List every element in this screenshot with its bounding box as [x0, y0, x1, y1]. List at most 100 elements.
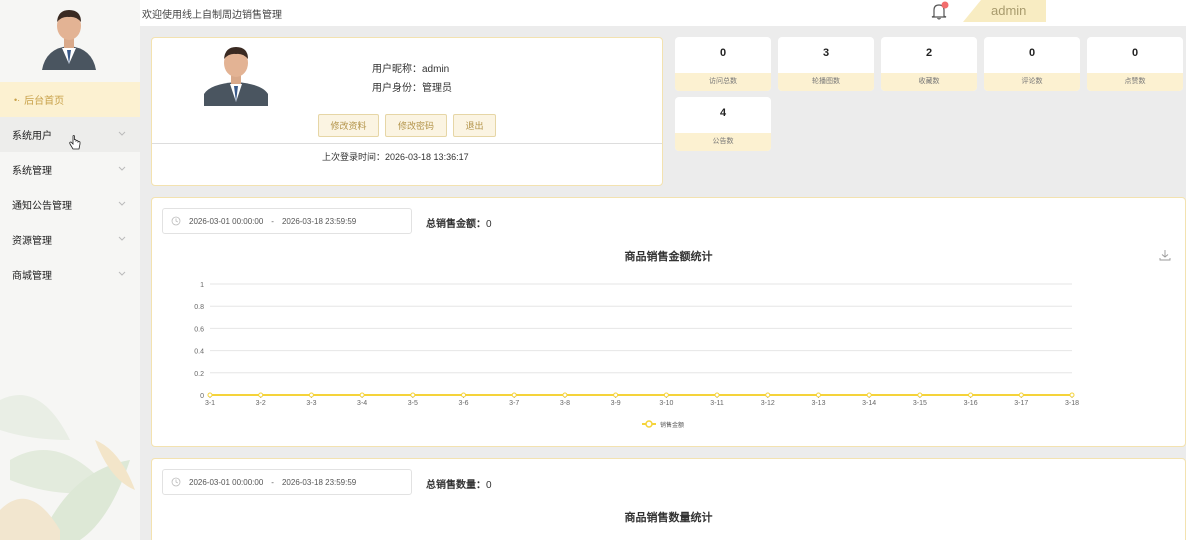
stat-label: 评论数 — [984, 73, 1080, 91]
page-title: 欢迎使用线上自制周边销售管理 — [142, 10, 282, 21]
data-point — [258, 392, 264, 398]
sales-quantity-panel: 2026-03-01 00:00:00 - 2026-03-18 23:59:5… — [151, 458, 1186, 540]
date-start: 2026-03-01 00:00:00 — [189, 477, 264, 487]
data-point — [714, 392, 720, 398]
chart-title: 商品销售金额统计 — [624, 251, 713, 263]
date-separator: - — [271, 477, 274, 487]
sidebar-item-label: 商城管理 — [12, 271, 52, 282]
clock-icon — [171, 477, 181, 487]
x-tick-label: 3-8 — [560, 400, 570, 407]
role-value: 管理员 — [422, 83, 452, 94]
x-tick-label: 3-14 — [862, 400, 876, 407]
sidebar-item-mall[interactable]: 商城管理 — [0, 257, 140, 292]
avatar[interactable] — [38, 4, 100, 70]
stat-notices: 4 公告数 — [675, 97, 771, 151]
change-password-button[interactable]: 修改密码 — [385, 114, 447, 137]
x-tick-label: 3-5 — [408, 400, 418, 407]
x-tick-label: 3-15 — [913, 400, 927, 407]
data-point — [308, 392, 314, 398]
profile-card: 用户昵称：admin 用户身份：管理员 修改资料 修改密码 退出 上次登录时间：… — [151, 37, 663, 186]
x-tick-label: 3-12 — [761, 400, 775, 407]
sidebar-item-notice[interactable]: 通知公告管理 — [0, 187, 140, 222]
sidebar-item-resources[interactable]: 资源管理 — [0, 222, 140, 257]
data-point — [613, 392, 619, 398]
stat-visits: 0 访问总数 — [675, 37, 771, 91]
y-tick-label: 1 — [200, 282, 204, 289]
x-tick-label: 3-9 — [611, 400, 621, 407]
stat-label: 访问总数 — [675, 73, 771, 91]
data-point — [562, 392, 568, 398]
sidebar-item-label: 资源管理 — [12, 236, 52, 247]
data-point — [461, 392, 467, 398]
stat-label: 收藏数 — [881, 73, 977, 91]
x-tick-label: 3-6 — [458, 400, 468, 407]
chevron-down-icon — [118, 271, 126, 276]
date-separator: - — [271, 216, 274, 226]
x-tick-label: 3-10 — [659, 400, 673, 407]
date-range-picker[interactable]: 2026-03-01 00:00:00 - 2026-03-18 23:59:5… — [162, 208, 412, 234]
username-label[interactable]: admin — [991, 3, 1026, 18]
legend-marker — [645, 420, 653, 428]
x-tick-label: 3-7 — [509, 400, 519, 407]
sidebar-item-system-admin[interactable]: 系统管理 — [0, 152, 140, 187]
date-start: 2026-03-01 00:00:00 — [189, 216, 264, 226]
x-tick-label: 3-3 — [306, 400, 316, 407]
sidebar-item-label: 系统管理 — [12, 166, 52, 177]
y-tick-label: 0 — [200, 393, 204, 400]
leaf-decoration — [0, 395, 135, 540]
stat-value: 0 — [1028, 47, 1036, 59]
nickname-line: 用户昵称：admin — [372, 60, 449, 75]
stat-favorites: 2 收藏数 — [881, 37, 977, 91]
y-tick-label: 0.2 — [194, 371, 204, 378]
arrow-left-icon: •· — [14, 94, 21, 105]
data-point — [968, 392, 974, 398]
sidebar-item-home[interactable]: •· 后台首页 — [0, 82, 140, 117]
total-sales-amount: 总销售金额：0 — [426, 215, 492, 230]
divider — [152, 143, 662, 144]
x-tick-label: 3-1 — [205, 400, 215, 407]
data-point — [1069, 392, 1075, 398]
hand-cursor-icon — [69, 135, 81, 150]
date-end: 2026-03-18 23:59:59 — [281, 477, 357, 487]
legend-label: 销售金额 — [660, 421, 684, 429]
stat-label: 轮播图数 — [778, 73, 874, 91]
x-tick-label: 3-16 — [964, 400, 978, 407]
profile-photo — [204, 47, 268, 106]
logout-button[interactable]: 退出 — [453, 114, 496, 137]
total-value: 0 — [486, 480, 492, 491]
data-point — [815, 392, 821, 398]
data-point — [866, 392, 872, 398]
chevron-down-icon — [118, 201, 126, 206]
edit-profile-button[interactable]: 修改资料 — [318, 114, 379, 137]
data-point — [765, 392, 771, 398]
total-label: 总销售金额： — [426, 219, 486, 230]
date-end: 2026-03-18 23:59:59 — [281, 216, 357, 226]
date-range-picker[interactable]: 2026-03-01 00:00:00 - 2026-03-18 23:59:5… — [162, 469, 412, 495]
total-label: 总销售数量： — [426, 480, 486, 491]
chart-title: 商品销售数量统计 — [624, 512, 713, 524]
data-point — [1018, 392, 1024, 398]
chevron-down-icon — [118, 236, 126, 241]
role-label: 用户身份： — [372, 83, 422, 94]
total-value: 0 — [486, 219, 492, 230]
data-point — [207, 392, 213, 398]
chevron-down-icon — [118, 166, 126, 171]
x-tick-label: 3-18 — [1065, 400, 1079, 407]
last-login: 上次登录时间：2026-03-18 13:36:17 — [322, 150, 469, 163]
data-point — [359, 392, 365, 398]
sidebar-item-label: 后台首页 — [24, 96, 65, 107]
chevron-down-icon — [118, 131, 126, 136]
y-tick-label: 0.4 — [194, 349, 204, 356]
nickname-label: 用户昵称： — [372, 64, 422, 75]
data-point — [511, 392, 517, 398]
x-tick-label: 3-4 — [357, 400, 367, 407]
stat-label: 点赞数 — [1087, 73, 1183, 91]
download-icon[interactable] — [1159, 249, 1171, 261]
clock-icon — [171, 216, 181, 226]
bell-icon[interactable] — [929, 1, 951, 21]
x-tick-label: 3-2 — [256, 400, 266, 407]
stat-likes: 0 点赞数 — [1087, 37, 1183, 91]
sidebar: •· 后台首页 系统用户 系统管理 通知公告管理 资源管理 商城管理 — [0, 0, 140, 540]
data-point — [663, 392, 669, 398]
sales-amount-chart: 0 0.2 0.4 0.6 0.8 1 3-1 3-2 3-3 3-4 3-5 3-6 3-7 3-8 3-… — [194, 282, 1079, 429]
